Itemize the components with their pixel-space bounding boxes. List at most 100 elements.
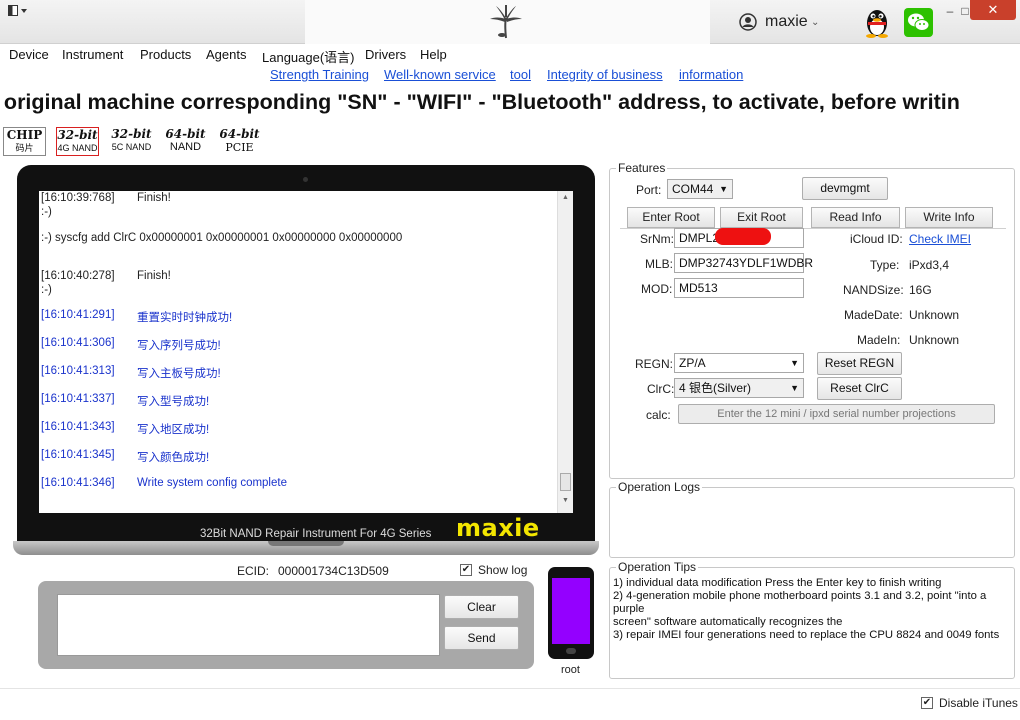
link-integrity-of-business[interactable]: Integrity of business (547, 67, 663, 82)
log-console[interactable]: [16:10:39:768] Finish! :-) :-) syscfg ad… (39, 191, 573, 513)
phone-home-button (566, 648, 576, 654)
menu-agents[interactable]: Agents (206, 47, 246, 62)
laptop-caption: 32Bit NAND Repair Instrument For 4G Seri… (200, 528, 432, 540)
log-ts: :-) syscfg add ClrC 0x00000001 0x0000000… (41, 232, 403, 244)
menu-bar: Device Instrument Products Agents Langua… (0, 45, 1020, 65)
madedate-label: MadeDate: (844, 308, 903, 322)
mode-32bit-4g-title: 32-bit (57, 128, 98, 142)
exit-root-tab[interactable]: Exit Root (720, 207, 803, 228)
log-msg: 写入颜色成功! (137, 452, 210, 464)
menu-products[interactable]: Products (140, 47, 191, 62)
features-title: Features (616, 161, 668, 175)
disable-itunes-checkbox[interactable]: ✔ (921, 697, 933, 709)
log-ts: [16:10:41:291] (41, 309, 115, 321)
log-scrollbar[interactable]: ▲ ▼ (557, 191, 573, 513)
link-well-known-service[interactable]: Well-known service (384, 67, 496, 82)
menu-device[interactable]: Device (9, 47, 49, 62)
menu-language[interactable]: Language(语言) (262, 47, 355, 66)
mode-32bit-4g-nand[interactable]: 32-bit 4G NAND (56, 127, 99, 156)
log-msg: Write system config complete (137, 477, 287, 489)
srnm-label: SrNm: (640, 232, 674, 246)
show-log-label: Show log (478, 563, 528, 577)
clrc-dropdown-arrow-icon: ▼ (790, 383, 799, 393)
mode-32bit-5c-title: 32-bit (111, 127, 152, 141)
clrc-value: 4 银色(Silver) (679, 381, 752, 395)
mlb-label: MLB: (645, 257, 674, 271)
app-menu-icon[interactable] (8, 5, 30, 17)
operation-logs-title: Operation Logs (616, 480, 703, 494)
mode-32bit-5c-nand[interactable]: 32-bit 5C NAND (110, 127, 153, 156)
menu-instrument[interactable]: Instrument (62, 47, 123, 62)
scroll-thumb[interactable] (560, 473, 571, 491)
tip-line: 1) individual data modification Press th… (613, 577, 942, 589)
user-avatar-icon[interactable] (739, 13, 757, 31)
clrc-label: ClrC: (647, 382, 675, 396)
phone-status-label: root (561, 664, 580, 676)
reset-clrc-button[interactable]: Reset ClrC (817, 377, 902, 400)
scroll-up-arrow-icon[interactable]: ▲ (562, 194, 569, 201)
log-ts: [16:10:40:278] (41, 270, 115, 282)
mod-input[interactable]: MD513 (674, 278, 804, 298)
mode-32bit-5c-sub: 5C NAND (111, 142, 152, 152)
regn-label: REGN: (635, 357, 674, 371)
port-value: COM44 (672, 182, 714, 196)
read-info-tab[interactable]: Read Info (811, 207, 900, 228)
scroll-down-arrow-icon[interactable]: ▼ (562, 497, 569, 504)
send-button[interactable]: Send (444, 626, 519, 650)
log-ts: [16:10:41:337] (41, 393, 115, 405)
mode-64bit-nand-title: 64-bit (165, 127, 206, 141)
mode-chip[interactable]: CHIP 码片 (3, 127, 46, 156)
check-imei-link[interactable]: Check IMEI (909, 232, 971, 246)
close-button[interactable]: ✕ (970, 0, 1016, 20)
mode-64bit-nand[interactable]: 64-bit NAND (164, 127, 207, 156)
log-ts: [16:10:41:343] (41, 421, 115, 433)
operation-tips-title: Operation Tips (616, 560, 699, 574)
clrc-select[interactable]: 4 银色(Silver) ▼ (674, 378, 804, 398)
enter-root-tab[interactable]: Enter Root (627, 207, 715, 228)
laptop-base-notch (268, 541, 344, 546)
nandsize-label: NANDSize: (843, 283, 904, 297)
ecid-value: 000001734C13D509 (278, 564, 389, 578)
qq-penguin-icon[interactable] (862, 6, 892, 38)
mode-64bit-pcie-title: 64-bit (219, 127, 260, 141)
status-separator (0, 688, 1020, 689)
type-value: iPxd3,4 (909, 258, 950, 272)
calc-input[interactable]: Enter the 12 mini / ipxd serial number p… (678, 404, 995, 424)
mode-32bit-4g-sub: 4G NAND (57, 143, 98, 153)
link-strength-training[interactable]: Strength Training (270, 67, 369, 82)
port-select[interactable]: COM44 ▼ (667, 179, 733, 199)
scrolling-notice-text: e original machine corresponding "SN" - … (0, 90, 960, 114)
phone-screen (552, 578, 590, 644)
menu-help[interactable]: Help (420, 47, 447, 62)
command-input[interactable] (57, 594, 440, 656)
link-information[interactable]: information (679, 67, 743, 82)
show-log-checkbox[interactable]: ✔ (460, 564, 472, 576)
user-chevron-down-icon[interactable]: ⌄ (811, 17, 819, 28)
link-tool[interactable]: tool (510, 67, 531, 82)
clear-button[interactable]: Clear (444, 595, 519, 619)
disable-itunes-label: Disable iTunes (939, 696, 1018, 710)
log-msg: 写入地区成功! (137, 424, 210, 436)
scrolling-notice: e original machine corresponding "SN" - … (0, 88, 1020, 116)
madedate-value: Unknown (909, 308, 960, 322)
menu-drivers[interactable]: Drivers (365, 47, 406, 62)
log-ts: [16:10:41:306] (41, 337, 115, 349)
wechat-icon[interactable] (904, 8, 933, 37)
log-msg: 写入主板号成功! (137, 368, 221, 380)
devmgmt-button[interactable]: devmgmt (802, 177, 888, 200)
mode-64bit-nand-sub: NAND (169, 141, 202, 153)
log-ts: :-) (41, 206, 52, 218)
serial-redaction-mark (715, 228, 771, 245)
write-info-tab[interactable]: Write Info (905, 207, 993, 228)
tip-line: screen" software automatically recognize… (613, 616, 843, 628)
user-name[interactable]: maxie (765, 13, 808, 31)
log-msg: Finish! (137, 270, 171, 282)
mlb-input[interactable]: DMP32743YDLF1WDBR (674, 253, 813, 273)
regn-select[interactable]: ZP/A ▼ (674, 353, 804, 373)
mode-64bit-pcie-sub: PCIE (225, 141, 254, 154)
mode-64bit-pcie[interactable]: 64-bit PCIE (218, 127, 261, 156)
reset-regn-button[interactable]: Reset REGN (817, 352, 902, 375)
madein-label: MadeIn: (857, 333, 901, 347)
log-ts: [16:10:41:346] (41, 477, 115, 489)
icloud-label: iCloud ID: (850, 232, 903, 246)
